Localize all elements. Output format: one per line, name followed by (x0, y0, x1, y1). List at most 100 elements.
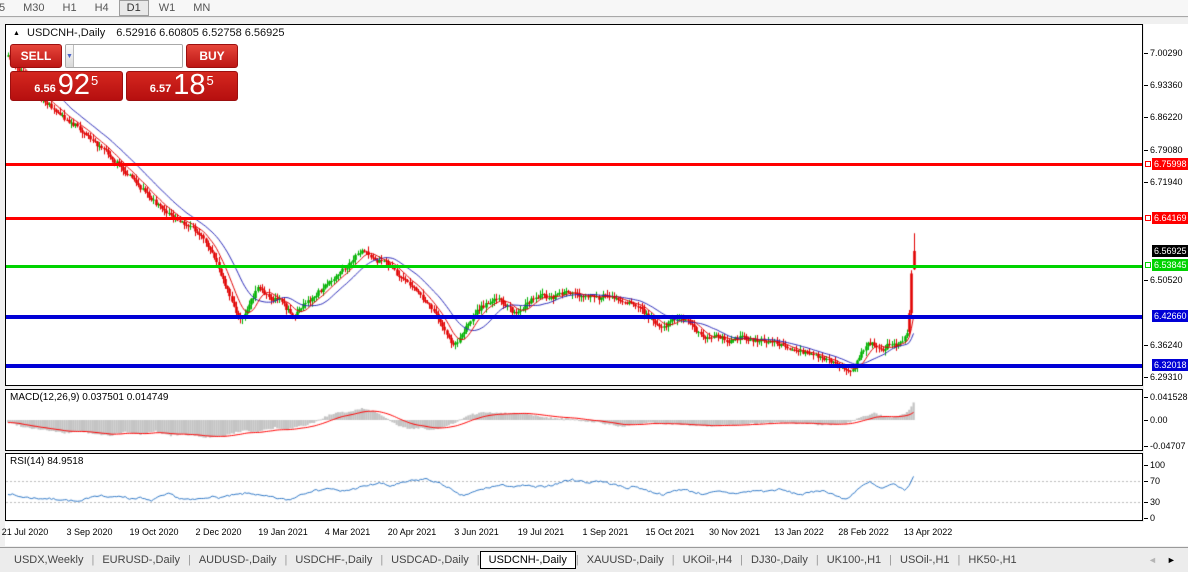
one-click-trading-panel: SELL ▼ ▲ BUY 6.56 92 5 (10, 44, 238, 101)
chevron-down-icon: ▼ (66, 52, 73, 60)
tab-ukoil-h4[interactable]: UKOil-,H4 (675, 551, 741, 569)
date-label: 19 Jan 2021 (258, 527, 308, 537)
price-tick-label: 6.86220 (1150, 112, 1183, 123)
date-label: 28 Feb 2022 (838, 527, 889, 537)
chart-ohlc-values: 6.52916 6.60805 6.52758 6.56925 (116, 27, 285, 39)
axis-tick-mark (1144, 397, 1148, 398)
rsi-label: RSI(14) 84.9518 (10, 456, 84, 467)
date-label: 13 Apr 2022 (903, 527, 953, 537)
price-level-line-6.53845[interactable] (6, 264, 1142, 268)
axis-tick-mark (1144, 182, 1148, 184)
sell-button[interactable]: SELL (10, 44, 62, 68)
timeframe-button-h1[interactable]: H1 (55, 0, 85, 16)
macd-canvas[interactable] (6, 390, 1142, 450)
chart-symbol-label: USDCNH-,Daily (27, 27, 106, 39)
tab-scroll-controls: ◄ ► (1148, 555, 1176, 565)
macd-tick-label: -0.04707 (1150, 441, 1186, 452)
price-badge-6.53845: 6.53845 (1152, 259, 1188, 272)
price-badge-6.32018: 6.32018 (1152, 358, 1188, 371)
date-label: 30 Nov 2021 (708, 527, 761, 537)
date-label: 2 Dec 2020 (195, 527, 242, 537)
price-tick-label: 7.00290 (1150, 48, 1183, 58)
axis-tick-mark (1144, 53, 1148, 54)
axis-tick-mark (1144, 280, 1148, 282)
axis-tick-mark (1144, 502, 1148, 503)
price-tick-label: 6.36240 (1150, 340, 1183, 351)
volume-input[interactable] (73, 45, 182, 67)
tab-eurusd-daily[interactable]: EURUSD-,Daily (94, 551, 188, 569)
macd-panel: MACD(12,26,9) 0.037501 0.014749 (5, 389, 1143, 451)
axis-tick-mark (1144, 345, 1148, 347)
line-drag-handle[interactable] (1145, 214, 1151, 221)
timeframe-toolbar: 5 M30 H1 H4 D1 W1 MN (0, 0, 1188, 17)
date-label: 21 Jul 2020 (1, 527, 49, 537)
rsi-tick-label: 30 (1150, 497, 1161, 507)
tab-uk100-h1[interactable]: UK100-,H1 (819, 551, 889, 569)
tab-hk50-h1[interactable]: HK50-,H1 (960, 551, 1024, 569)
price-badge-6.64169: 6.64169 (1152, 211, 1188, 224)
tab-dj30-daily[interactable]: DJ30-,Daily (743, 551, 816, 569)
tab-usoil-h1[interactable]: USOil-,H1 (892, 551, 958, 569)
axis-tick-mark (1144, 377, 1148, 379)
sell-price-big: 92 (57, 69, 90, 101)
date-label: 4 Mar 2021 (324, 527, 371, 537)
timeframe-button-w1[interactable]: W1 (151, 0, 184, 16)
timeframe-button-h4[interactable]: H4 (87, 0, 117, 16)
line-drag-handle[interactable] (1145, 262, 1151, 269)
rsi-canvas[interactable] (6, 454, 1142, 520)
sell-price-small: 6.56 (34, 83, 56, 95)
sell-price-display[interactable]: 6.56 92 5 (10, 71, 123, 101)
date-label: 19 Oct 2020 (129, 527, 179, 537)
date-label: 3 Jun 2021 (454, 527, 499, 537)
date-axis: 21 Jul 2020 3 Sep 2020 19 Oct 2020 2 Dec 20… (1, 522, 1183, 546)
price-level-line-6.75998[interactable] (6, 163, 1142, 167)
price-tick-label: 6.29310 (1150, 372, 1183, 383)
tab-scroll-right-icon[interactable]: ► (1167, 555, 1176, 565)
price-axis: 7.00290 6.93360 6.86220 6.79080 6.71940 6.505… (1144, 24, 1188, 546)
timeframe-button-d1[interactable]: D1 (118, 0, 149, 16)
price-badge-6.42660: 6.42660 (1152, 310, 1188, 323)
axis-tick-mark (1144, 517, 1148, 519)
price-tick-label: 6.71940 (1150, 177, 1183, 188)
tab-usdx-weekly[interactable]: USDX,Weekly (6, 551, 91, 569)
macd-label: MACD(12,26,9) 0.037501 0.014749 (10, 392, 169, 403)
rsi-tick-label: 70 (1150, 475, 1161, 486)
sell-price-sup: 5 (90, 73, 99, 88)
tab-usdchf-daily[interactable]: USDCHF-,Daily (287, 551, 380, 569)
tab-audusd-daily[interactable]: AUDUSD-,Daily (191, 551, 285, 569)
tab-usdcad-daily[interactable]: USDCAD-,Daily (383, 551, 477, 569)
axis-tick-mark (1144, 117, 1148, 119)
date-label: 15 Oct 2021 (645, 527, 695, 537)
tab-scroll-left-icon[interactable]: ◄ (1148, 555, 1157, 565)
buy-price-display[interactable]: 6.57 18 5 (125, 69, 238, 101)
buy-price-sup: 5 (206, 73, 214, 88)
axis-tick-mark (1144, 420, 1148, 421)
rsi-tick-label: 100 (1150, 460, 1166, 470)
price-badge-6.75998: 6.75998 (1152, 157, 1188, 170)
line-drag-handle[interactable] (1145, 160, 1151, 167)
price-level-line-6.64169[interactable] (6, 217, 1142, 221)
timeframe-button-mn[interactable]: MN (185, 0, 218, 16)
date-label: 20 Apr 2021 (387, 527, 437, 537)
tab-xauusd-daily[interactable]: XAUUSD-,Daily (579, 551, 672, 569)
timeframe-button-m30[interactable]: M30 (15, 0, 52, 16)
collapse-indicator-icon[interactable]: ▲ (13, 30, 20, 37)
price-badge-6.56925: 6.56925 (1152, 244, 1188, 257)
price-tick-label: 6.50520 (1150, 275, 1183, 286)
chart-tab-strip: USDX,Weekly | EURUSD-,Daily | AUDUSD-,Daily |… (0, 548, 1146, 572)
volume-decrease-button[interactable]: ▼ (66, 45, 74, 67)
date-label: 13 Jan 2022 (774, 527, 824, 537)
chart-title: ▲ USDCNH-,Daily 6.52916 6.60805 6.52758 … (13, 27, 285, 39)
rsi-panel: RSI(14) 84.9518 (5, 453, 1143, 521)
buy-button[interactable]: BUY (186, 44, 238, 68)
buy-price-big: 18 (173, 69, 206, 101)
axis-tick-mark (1144, 465, 1148, 466)
timeframe-button-5[interactable]: 5 (0, 0, 13, 16)
axis-tick-mark (1144, 149, 1148, 151)
price-level-line-6.4266[interactable] (6, 315, 1142, 320)
trading-terminal-window: 5 M30 H1 H4 D1 W1 MN ▲ USDCNH-,Daily 6.52916 6… (0, 0, 1188, 572)
price-level-line-6.32018[interactable] (6, 363, 1142, 368)
tab-usdcnh-daily[interactable]: USDCNH-,Daily (479, 551, 576, 569)
chart-tab-bar: USDX,Weekly | EURUSD-,Daily | AUDUSD-,Daily |… (0, 547, 1188, 572)
date-label: 19 Jul 2021 (517, 527, 565, 537)
